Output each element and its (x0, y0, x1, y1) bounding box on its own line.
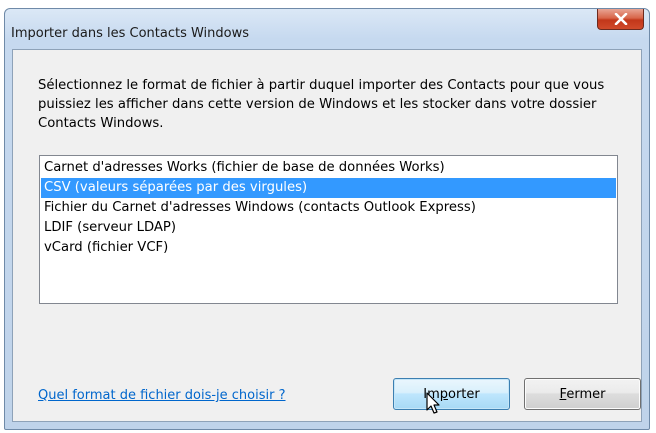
close-icon (614, 13, 627, 25)
format-listbox[interactable]: Carnet d'adresses Works (fichier de base… (39, 155, 618, 304)
close-label-part: ermer (566, 386, 606, 402)
list-item-ldif[interactable]: LDIF (serveur LDAP) (41, 218, 616, 238)
instruction-text: Sélectionnez le format de fichier à part… (38, 78, 605, 131)
dialog-body: Sélectionnez le format de fichier à part… (12, 49, 642, 422)
import-button[interactable]: Importer (393, 378, 510, 410)
list-item-works[interactable]: Carnet d'adresses Works (fichier de base… (41, 158, 616, 178)
import-label-part: orter (448, 386, 480, 402)
list-item-wab[interactable]: Fichier du Carnet d'adresses Windows (co… (41, 198, 616, 218)
dialog-window: Importer dans les Contacts Windows Sélec… (4, 8, 650, 430)
title-bar[interactable]: Importer dans les Contacts Windows (5, 9, 649, 49)
help-link[interactable]: Quel format de fichier dois-je choisir ? (38, 388, 286, 403)
close-button-label: Fermer (560, 387, 606, 402)
import-mnemonic: p (439, 386, 448, 402)
close-window-button[interactable] (597, 9, 644, 30)
list-item-vcard[interactable]: vCard (fichier VCF) (41, 238, 616, 258)
close-button[interactable]: Fermer (524, 378, 641, 410)
import-button-label: Importer (423, 387, 480, 402)
list-item-csv[interactable]: CSV (valeurs séparées par des virgules) (41, 178, 616, 198)
import-label-part: Im (423, 386, 440, 402)
window-title: Importer dans les Contacts Windows (11, 26, 250, 41)
